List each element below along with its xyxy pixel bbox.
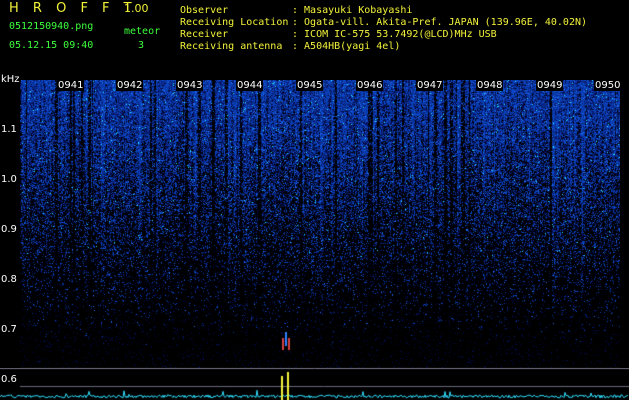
info-location-key: Receiving Location [180,17,289,28]
app-version: 1.00 [124,2,149,15]
file-timestamp: 05.12.15 09:40 [9,40,94,51]
info-receiver-key: Receiver [180,29,229,40]
time-tick-label: 0947 [416,80,444,91]
y-tick-label: 1.1 [1,124,17,135]
time-tick-label: 0948 [476,80,504,91]
time-tick-label: 0943 [176,80,204,91]
y-tick-label: 1.0 [1,174,17,185]
hroft-window: H R O F F T 1.00 0512150940.png meteor 0… [0,0,629,400]
info-antenna-value: : A504HB(yagi 4el) [292,41,401,52]
file-name: 0512150940.png [9,21,94,32]
y-tick-label: 0.9 [1,224,17,235]
meteor-label: meteor [124,26,161,37]
y-tick-label: 0.7 [1,324,17,335]
info-location-value: : Ogata-vill. Akita-Pref. JAPAN (139.96E… [292,17,588,28]
time-tick-label: 0944 [236,80,264,91]
info-observer-key: Observer [180,5,229,16]
time-tick-label: 0949 [536,80,564,91]
time-tick-label: 0945 [296,80,324,91]
y-tick-label: 0.8 [1,274,17,285]
time-tick-label: 0941 [57,80,85,91]
info-antenna-key: Receiving antenna [180,41,283,52]
time-tick-label: 0950 [594,80,622,91]
app-name: H R O F F T [9,1,137,16]
y-tick-label: 0.6 [1,374,17,385]
meteor-count: 3 [138,40,145,51]
time-tick-label: 0946 [356,80,384,91]
info-observer-value: : Masayuki Kobayashi [292,5,413,16]
info-receiver-value: : ICOM IC-575 53.7492(@LCD)MHz USB [292,29,497,40]
time-tick-label: 0942 [116,80,144,91]
signal-level-baseline [0,368,629,400]
spectrogram [20,80,620,370]
y-axis-unit: kHz [1,74,20,85]
